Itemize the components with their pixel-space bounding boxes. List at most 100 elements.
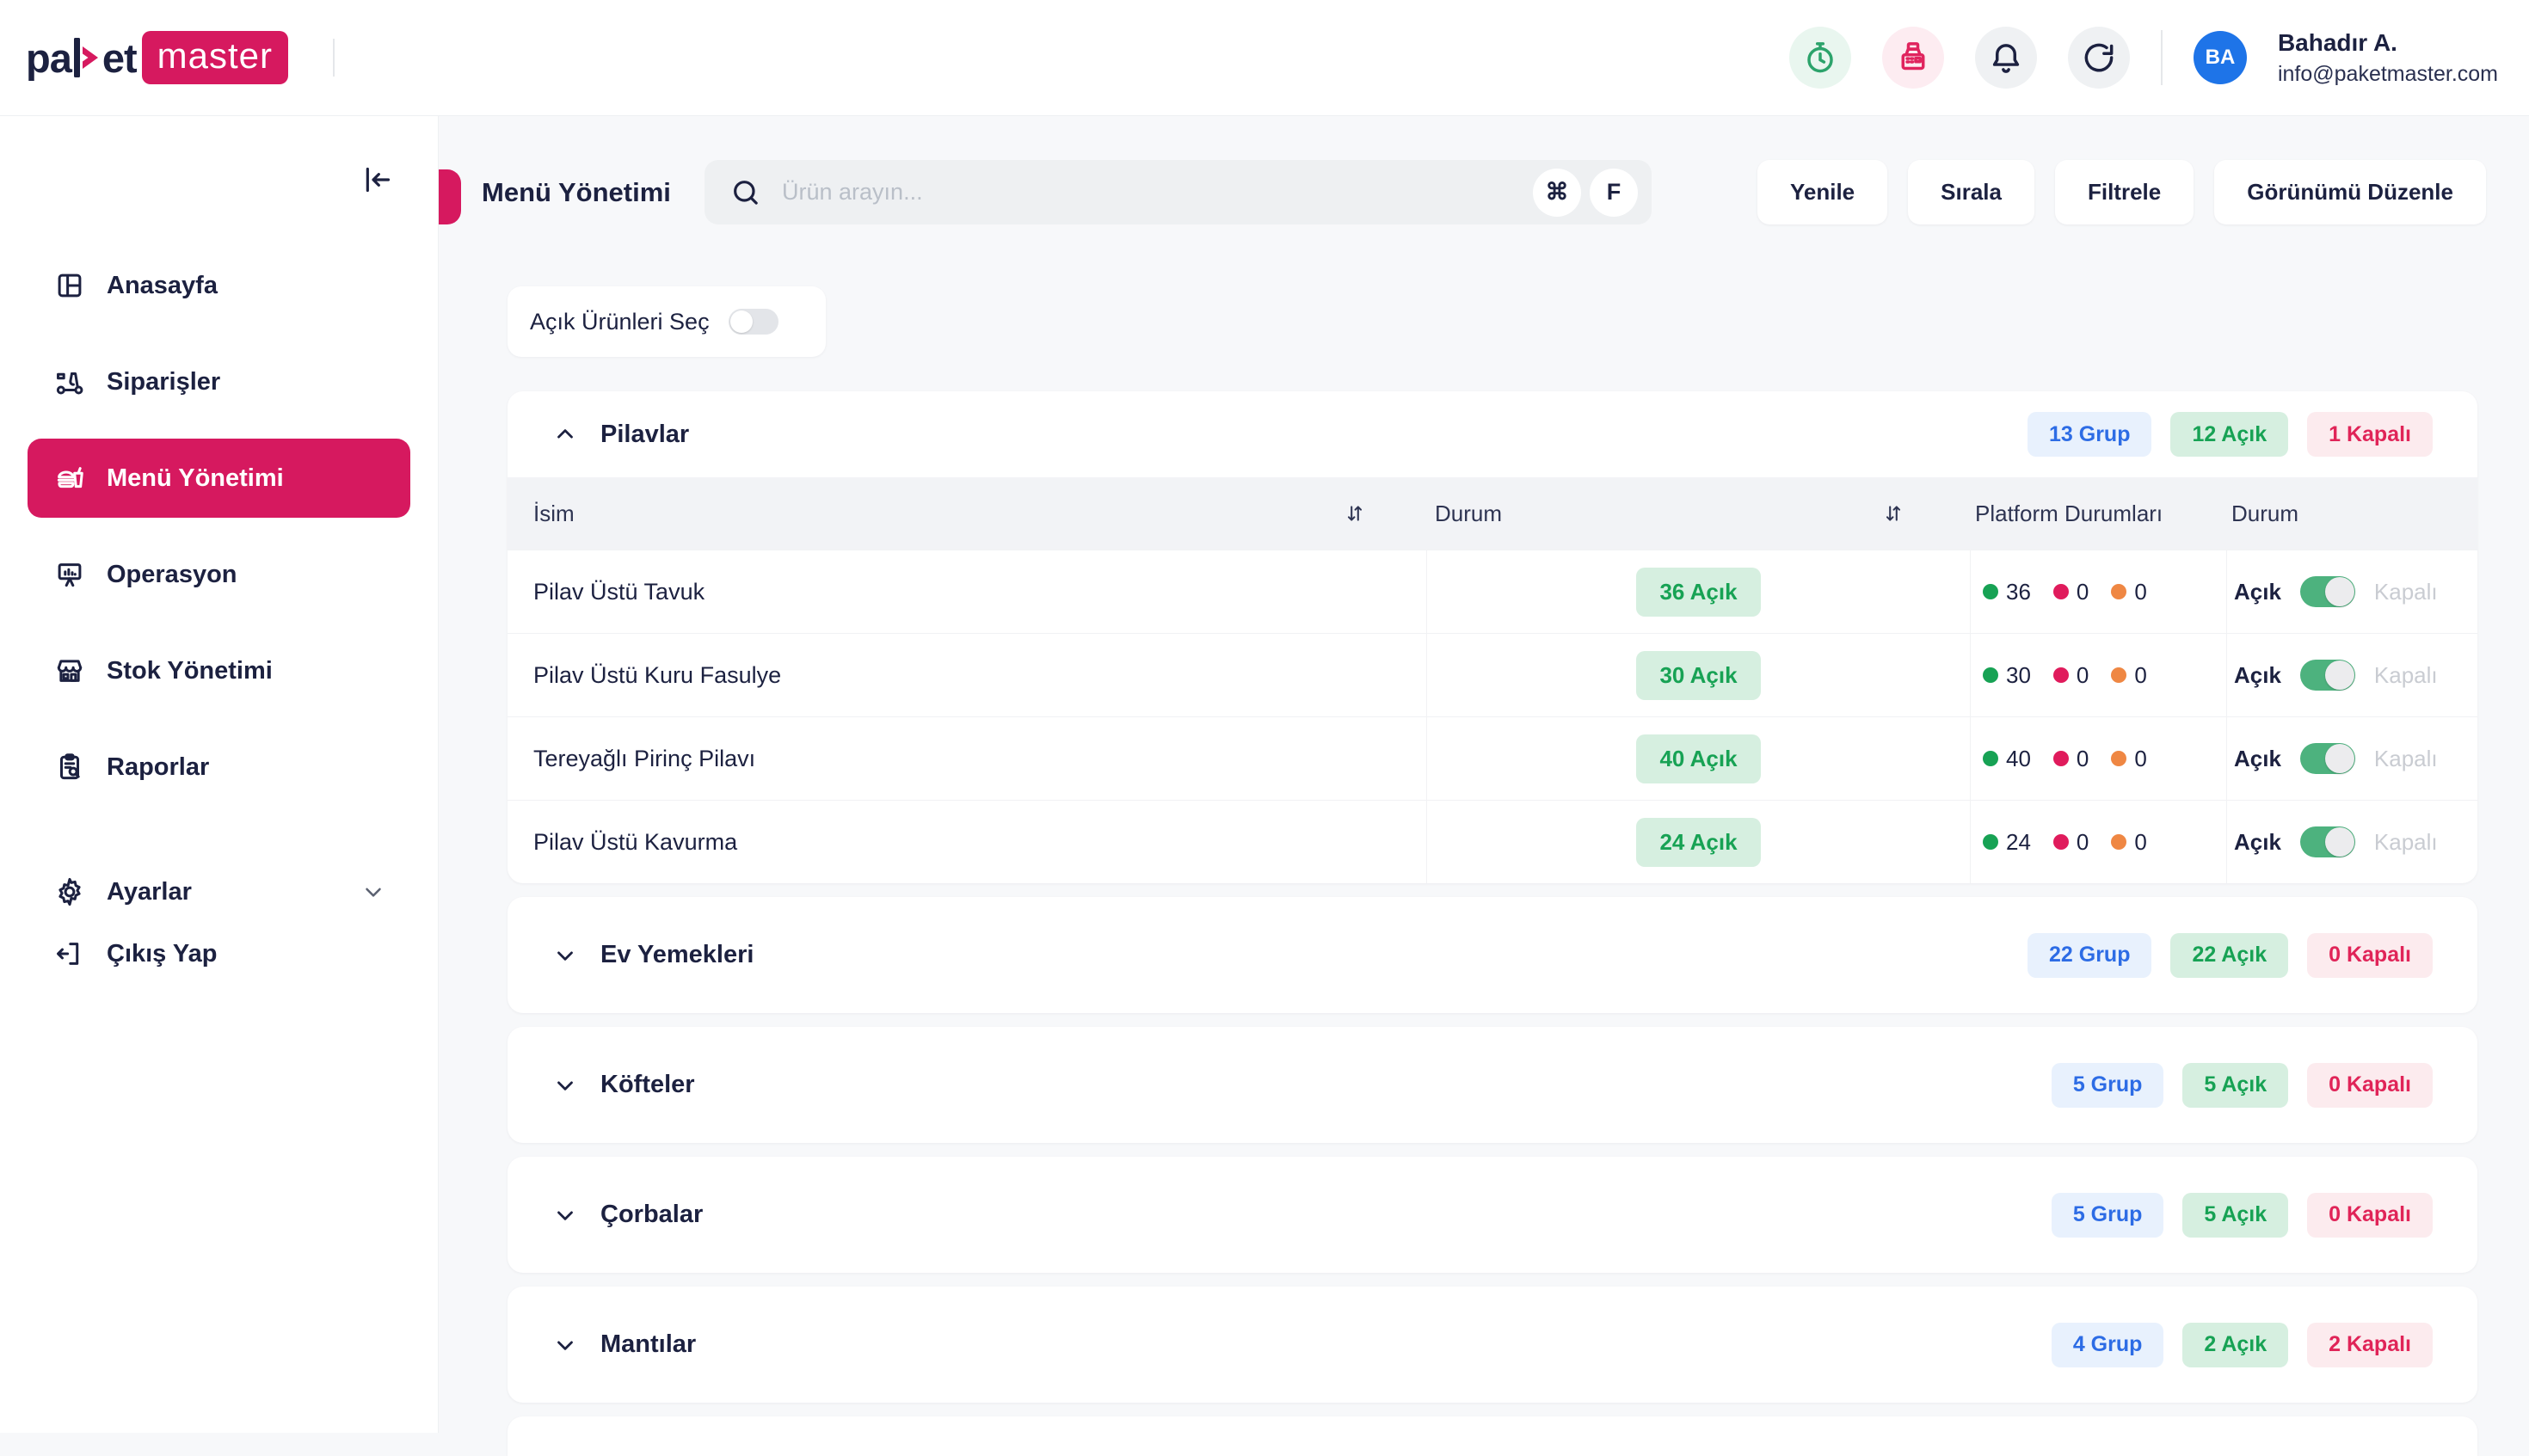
dashboard-icon bbox=[53, 269, 86, 302]
platform-dot-green bbox=[1983, 667, 1998, 683]
group-count-badge: 5 Grup bbox=[2052, 1063, 2164, 1108]
collapse-sidebar-icon bbox=[360, 163, 395, 197]
section-header[interactable]: Mantılar 4 Grup 2 Açık 2 Kapalı bbox=[508, 1287, 2477, 1403]
sidebar-item-stok-yonetimi[interactable]: Stok Yönetimi bbox=[28, 631, 410, 710]
closed-count-badge: 1 Kapalı bbox=[2307, 412, 2433, 457]
platform-count: 0 bbox=[2077, 746, 2089, 772]
product-row[interactable]: Tereyağlı Pirinç Pilavı 40 Açık 40 0 0 A… bbox=[508, 716, 2477, 800]
product-name: Pilav Üstü Tavuk bbox=[508, 550, 1426, 633]
platform-count: 36 bbox=[2006, 579, 2031, 605]
platform-dot-red bbox=[2053, 834, 2069, 850]
platform-count: 0 bbox=[2077, 662, 2089, 689]
sidebar-item-label: Menü Yönetimi bbox=[107, 464, 284, 493]
closed-count-badge: 0 Kapalı bbox=[2307, 1063, 2433, 1108]
open-count-badge: 2 Açık bbox=[2182, 1323, 2288, 1367]
sidebar-item-cikis-yap[interactable]: Çıkış Yap bbox=[28, 924, 410, 984]
search-bar[interactable]: ⌘ F bbox=[705, 160, 1652, 224]
refresh-button[interactable] bbox=[2068, 27, 2130, 89]
chevron-down-icon bbox=[552, 943, 578, 968]
section-title: Pilavlar bbox=[600, 421, 689, 449]
chevron-up-icon bbox=[552, 421, 578, 447]
shortcut-f-key: F bbox=[1590, 169, 1638, 217]
platform-dot-orange bbox=[2111, 834, 2126, 850]
cash-register-icon bbox=[1894, 39, 1932, 77]
avatar[interactable]: BA bbox=[2194, 31, 2247, 84]
chevron-down-icon bbox=[552, 1072, 578, 1098]
sort-icon[interactable] bbox=[1882, 502, 1904, 525]
brand-logo[interactable]: pa et master bbox=[26, 31, 288, 84]
section-title: Mantılar bbox=[600, 1330, 696, 1359]
stopwatch-button[interactable] bbox=[1789, 27, 1851, 89]
user-info[interactable]: Bahadır A. info@paketmaster.com bbox=[2278, 29, 2498, 87]
sidebar-item-siparisler[interactable]: Siparişler bbox=[28, 342, 410, 421]
product-name: Tereyağlı Pirinç Pilavı bbox=[508, 717, 1426, 800]
platform-statuses: 24 0 0 bbox=[1970, 801, 2226, 883]
presentation-icon bbox=[53, 558, 86, 591]
fastfood-icon bbox=[53, 462, 86, 495]
sidebar-menu: Anasayfa Siparişler Menü Yönetimi bbox=[0, 246, 438, 986]
toggle-off-label: Kapalı bbox=[2374, 579, 2438, 605]
closed-count-badge: 2 Kapalı bbox=[2307, 1323, 2433, 1367]
platform-dot-green bbox=[1983, 751, 1998, 766]
sidebar-item-operasyon[interactable]: Operasyon bbox=[28, 535, 410, 614]
platform-dot-red bbox=[2053, 667, 2069, 683]
section-header[interactable]: Çorbalar 5 Grup 5 Açık 0 Kapalı bbox=[508, 1157, 2477, 1273]
column-header-toggle: Durum bbox=[2231, 501, 2298, 527]
platform-count: 0 bbox=[2077, 829, 2089, 856]
toggle-off-label: Kapalı bbox=[2374, 662, 2438, 689]
cash-register-button[interactable] bbox=[1882, 27, 1944, 89]
stopwatch-icon bbox=[1801, 39, 1839, 77]
gear-icon bbox=[53, 875, 86, 908]
sidebar: Anasayfa Siparişler Menü Yönetimi bbox=[0, 116, 439, 1433]
column-header-name: İsim bbox=[533, 501, 575, 527]
sidebar-item-ayarlar[interactable]: Ayarlar bbox=[28, 862, 410, 922]
section-title: Köfteler bbox=[600, 1071, 695, 1099]
status-badge: 30 Açık bbox=[1636, 651, 1760, 700]
sidebar-item-anasayfa[interactable]: Anasayfa bbox=[28, 246, 410, 325]
column-header-status: Durum bbox=[1435, 501, 1502, 527]
sidebar-item-menu-yonetimi[interactable]: Menü Yönetimi bbox=[28, 439, 410, 518]
edit-view-button[interactable]: Görünümü Düzenle bbox=[2214, 160, 2486, 224]
sidebar-item-label: Çıkış Yap bbox=[107, 940, 217, 968]
product-status-toggle[interactable] bbox=[2300, 576, 2355, 607]
sort-button[interactable]: Sırala bbox=[1908, 160, 2034, 224]
toggle-off-label: Kapalı bbox=[2374, 746, 2438, 772]
platform-dot-red bbox=[2053, 751, 2069, 766]
sidebar-collapse-button[interactable] bbox=[359, 161, 397, 199]
section-header[interactable]: Pilavlar 13 Grup 12 Açık 1 Kapalı bbox=[508, 391, 2477, 477]
platform-dot-orange bbox=[2111, 584, 2126, 599]
product-row[interactable]: Pilav Üstü Kuru Fasulye 30 Açık 30 0 0 A… bbox=[508, 633, 2477, 716]
section-partial-next bbox=[508, 1416, 2477, 1456]
column-header-platforms: Platform Durumları bbox=[1975, 501, 2163, 527]
logo-text-right: et bbox=[102, 34, 137, 82]
group-count-badge: 5 Grup bbox=[2052, 1193, 2164, 1238]
notifications-button[interactable] bbox=[1975, 27, 2037, 89]
refresh-list-button[interactable]: Yenile bbox=[1757, 160, 1887, 224]
topbar-user-divider bbox=[2161, 30, 2163, 85]
product-status-toggle[interactable] bbox=[2300, 826, 2355, 857]
product-row[interactable]: Pilav Üstü Kavurma 24 Açık 24 0 0 Açık K… bbox=[508, 800, 2477, 883]
sidebar-footer: Ayarlar Çıkış Yap bbox=[0, 862, 438, 984]
product-status-toggle[interactable] bbox=[2300, 743, 2355, 774]
header-buttons: Yenile Sırala Filtrele Görünümü Düzenle bbox=[1757, 160, 2486, 224]
filter-button[interactable]: Filtrele bbox=[2055, 160, 2194, 224]
platform-count: 30 bbox=[2006, 662, 2031, 689]
section-header[interactable]: Ev Yemekleri 22 Grup 22 Açık 0 Kapalı bbox=[508, 897, 2477, 1013]
platform-dot-orange bbox=[2111, 667, 2126, 683]
sidebar-item-label: Siparişler bbox=[107, 368, 220, 396]
logout-icon bbox=[53, 937, 86, 970]
select-open-products-toggle[interactable] bbox=[729, 309, 778, 335]
sidebar-item-label: Stok Yönetimi bbox=[107, 657, 273, 685]
section-header[interactable]: Köfteler 5 Grup 5 Açık 0 Kapalı bbox=[508, 1027, 2477, 1143]
scooter-icon bbox=[53, 366, 86, 398]
product-row[interactable]: Pilav Üstü Tavuk 36 Açık 36 0 0 Açık Kap… bbox=[508, 550, 2477, 633]
section-title: Çorbalar bbox=[600, 1201, 703, 1229]
user-name: Bahadır A. bbox=[2278, 29, 2498, 57]
platform-dot-green bbox=[1983, 834, 1998, 850]
product-status-toggle[interactable] bbox=[2300, 660, 2355, 691]
open-count-badge: 5 Açık bbox=[2182, 1193, 2288, 1238]
sidebar-item-raporlar[interactable]: Raporlar bbox=[28, 728, 410, 807]
sort-icon[interactable] bbox=[1344, 502, 1366, 525]
search-input[interactable] bbox=[782, 179, 1524, 206]
platform-count: 0 bbox=[2077, 579, 2089, 605]
